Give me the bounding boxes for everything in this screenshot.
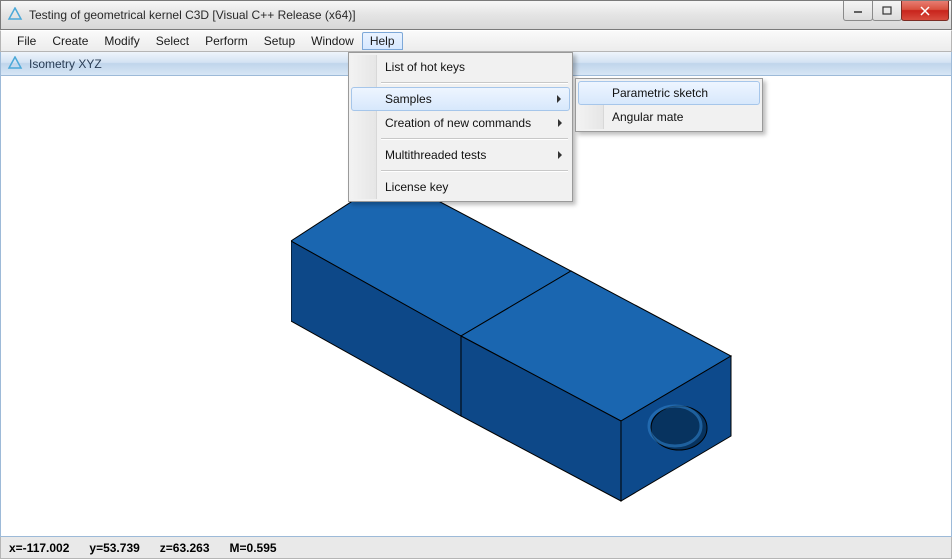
samples-item-parametric-sketch[interactable]: Parametric sketch [578, 81, 760, 105]
menu-item-label: Samples [385, 92, 432, 106]
menu-item-label: Multithreaded tests [385, 148, 486, 162]
menu-perform[interactable]: Perform [197, 32, 256, 50]
menu-separator [381, 82, 568, 84]
menu-item-label: Angular mate [612, 110, 683, 124]
samples-submenu: Parametric sketch Angular mate [575, 78, 763, 132]
menu-file[interactable]: File [9, 32, 44, 50]
menu-bar: File Create Modify Select Perform Setup … [0, 30, 952, 52]
help-item-samples[interactable]: Samples [351, 87, 570, 111]
minimize-button[interactable] [843, 1, 873, 21]
status-bar: x=-117.002 y=53.739 z=63.263 M=0.595 [0, 537, 952, 559]
window-title: Testing of geometrical kernel C3D [Visua… [29, 8, 947, 22]
chevron-right-icon [558, 119, 562, 127]
status-z: z=63.263 [160, 541, 210, 555]
maximize-button[interactable] [872, 1, 902, 21]
help-dropdown: List of hot keys Samples Creation of new… [348, 52, 573, 202]
view-label: Isometry XYZ [29, 57, 102, 71]
menu-select[interactable]: Select [148, 32, 197, 50]
app-icon [7, 7, 23, 23]
status-m: M=0.595 [230, 541, 277, 555]
chevron-right-icon [557, 95, 561, 103]
help-item-new-commands[interactable]: Creation of new commands [351, 111, 570, 135]
title-bar: Testing of geometrical kernel C3D [Visua… [0, 0, 952, 30]
help-item-license[interactable]: License key [351, 175, 570, 199]
samples-item-angular-mate[interactable]: Angular mate [578, 105, 760, 129]
status-x: x=-117.002 [9, 541, 69, 555]
menu-create[interactable]: Create [44, 32, 96, 50]
close-button[interactable] [901, 1, 949, 21]
status-y: y=53.739 [89, 541, 139, 555]
menu-separator [381, 138, 568, 140]
help-item-multithreaded[interactable]: Multithreaded tests [351, 143, 570, 167]
menu-setup[interactable]: Setup [256, 32, 303, 50]
chevron-right-icon [558, 151, 562, 159]
menu-modify[interactable]: Modify [96, 32, 147, 50]
menu-item-label: Parametric sketch [612, 86, 708, 100]
window-controls [844, 1, 949, 21]
menu-item-label: License key [385, 180, 448, 194]
help-item-hotkeys[interactable]: List of hot keys [351, 55, 570, 79]
menu-item-label: Creation of new commands [385, 116, 531, 130]
menu-window[interactable]: Window [303, 32, 362, 50]
menu-item-label: List of hot keys [385, 60, 465, 74]
c3d-icon [7, 56, 23, 72]
menu-separator [381, 170, 568, 172]
menu-help[interactable]: Help [362, 32, 403, 50]
